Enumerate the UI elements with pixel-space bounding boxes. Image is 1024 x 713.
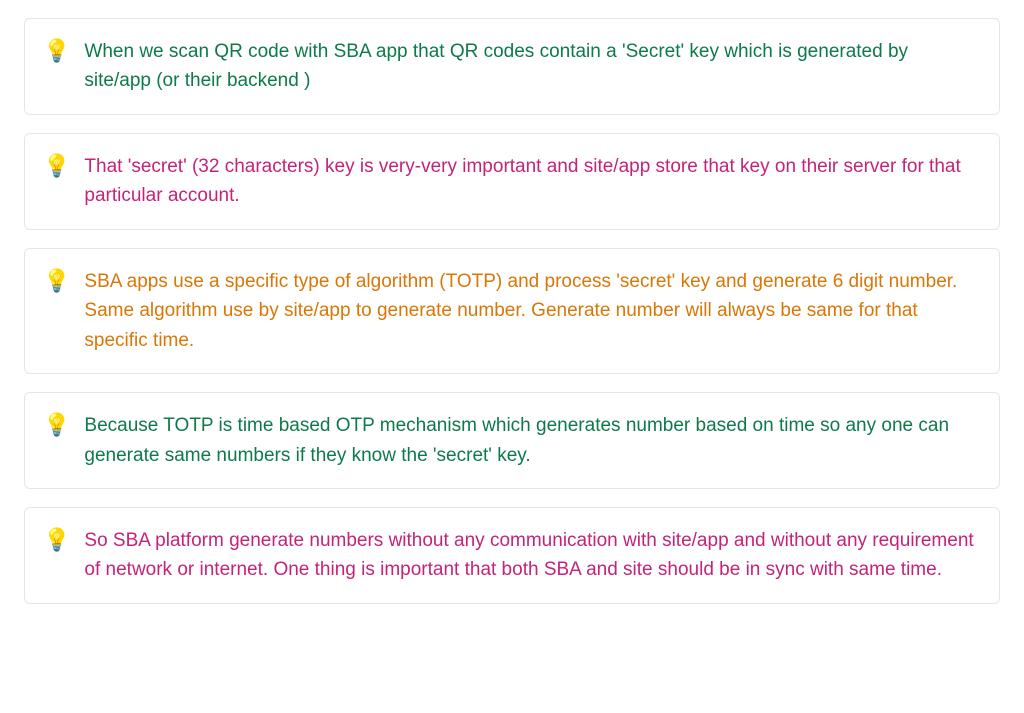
callout-text: SBA apps use a specific type of algorith… [84, 267, 979, 355]
callout-block: 💡 So SBA platform generate numbers witho… [24, 507, 1000, 604]
callout-text: So SBA platform generate numbers without… [84, 526, 979, 585]
bulb-icon: 💡 [43, 527, 70, 553]
callout-block: 💡 Because TOTP is time based OTP mechani… [24, 392, 1000, 489]
bulb-icon: 💡 [43, 268, 70, 294]
callout-block: 💡 SBA apps use a specific type of algori… [24, 248, 1000, 374]
callout-block: 💡 That 'secret' (32 characters) key is v… [24, 133, 1000, 230]
bulb-icon: 💡 [43, 412, 70, 438]
callout-text: That 'secret' (32 characters) key is ver… [84, 152, 979, 211]
callout-text: Because TOTP is time based OTP mechanism… [84, 411, 979, 470]
bulb-icon: 💡 [43, 38, 70, 64]
callout-block: 💡 When we scan QR code with SBA app that… [24, 18, 1000, 115]
bulb-icon: 💡 [43, 153, 70, 179]
callout-list: 💡 When we scan QR code with SBA app that… [24, 18, 1000, 604]
callout-text: When we scan QR code with SBA app that Q… [84, 37, 979, 96]
